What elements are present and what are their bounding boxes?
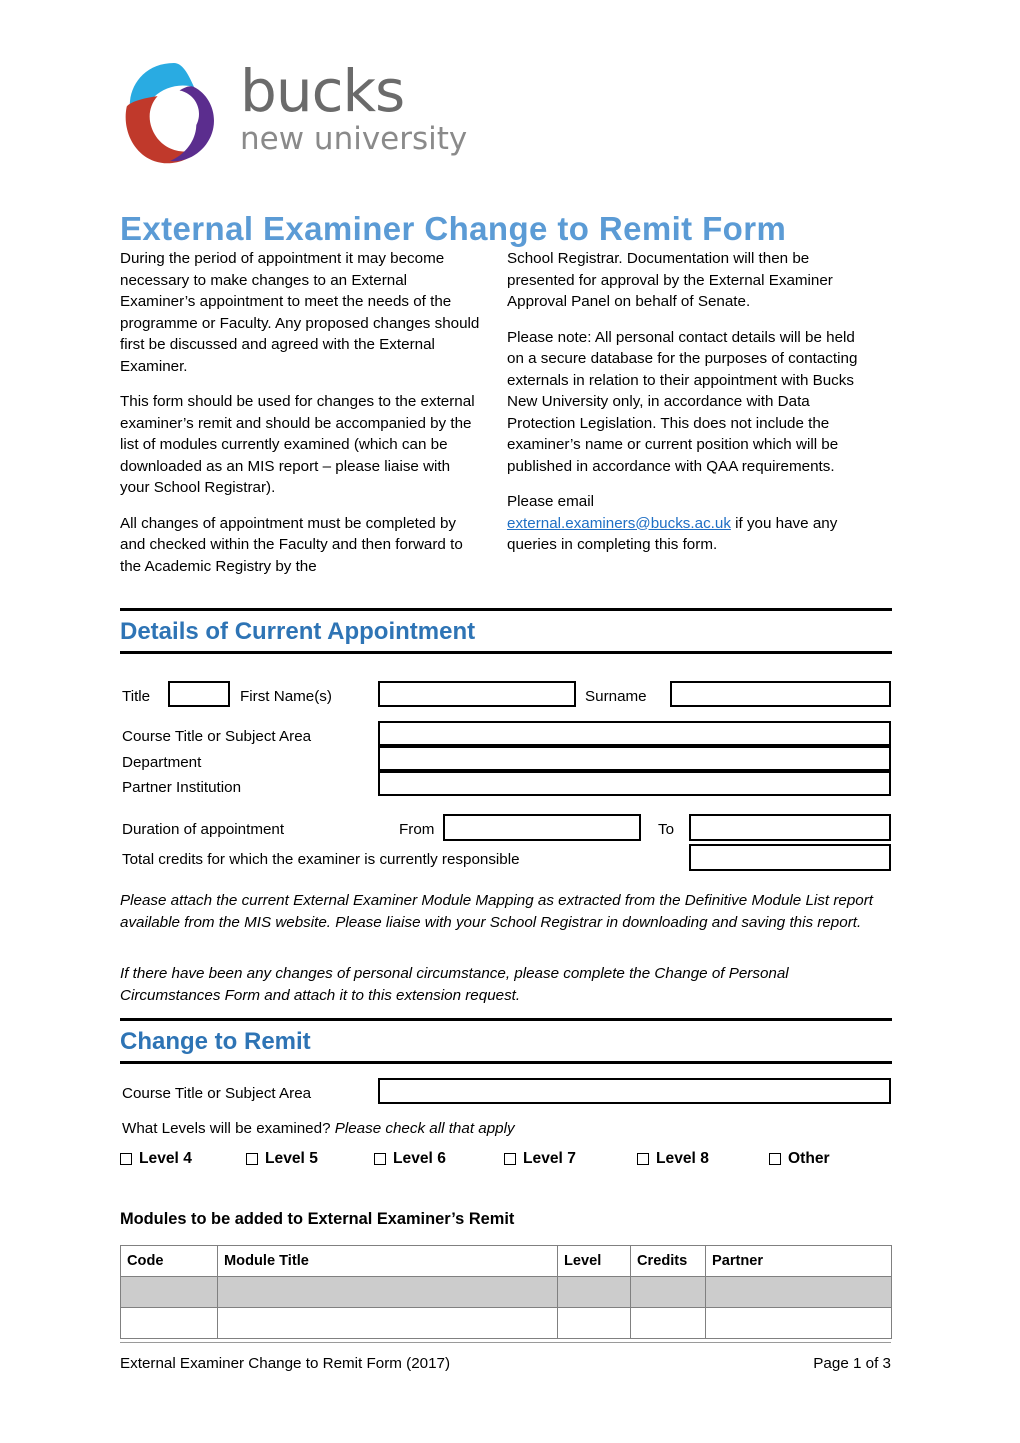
- column-header-level: Level: [557, 1245, 631, 1277]
- bucks-swirl-icon: [118, 57, 230, 169]
- footer-page-number: Page 1 of 3: [813, 1355, 891, 1372]
- label-first-name: First Name(s): [240, 688, 332, 705]
- cell-credits[interactable]: [630, 1307, 706, 1339]
- page-footer: External Examiner Change to Remit Form (…: [120, 1355, 891, 1372]
- intro-paragraph: During the period of appointment it may …: [120, 250, 480, 375]
- cell-level[interactable]: [557, 1276, 631, 1308]
- input-total-credits[interactable]: [689, 844, 891, 871]
- intro-paragraph: This form should be used for changes to …: [120, 393, 475, 496]
- checkbox-label: Other: [788, 1150, 830, 1167]
- email-lead-text: Please email: [507, 493, 594, 510]
- intro-paragraph: All changes of appointment must be compl…: [120, 514, 463, 575]
- section-header-change-to-remit: Change to Remit: [120, 1018, 892, 1064]
- label-to: To: [658, 821, 675, 838]
- modules-table: Code Module Title Level Credits Partner: [120, 1245, 892, 1339]
- modules-table-heading: Modules to be added to External Examiner…: [120, 1210, 515, 1228]
- input-surname[interactable]: [670, 681, 891, 707]
- input-course-title-current[interactable]: [378, 721, 891, 746]
- label-department: Department: [122, 754, 202, 771]
- checkbox-label: Level 6: [393, 1150, 446, 1167]
- logo-wordmark-top: bucks: [240, 57, 405, 125]
- levels-question: What Levels will be examined? Please che…: [122, 1120, 515, 1137]
- levels-question-hint: Please check all that apply: [334, 1120, 515, 1137]
- section-rule-bottom: [120, 651, 892, 654]
- cell-partner[interactable]: [705, 1276, 892, 1308]
- cell-code[interactable]: [120, 1276, 218, 1308]
- label-total-credits: Total credits for which the examiner is …: [122, 851, 520, 868]
- label-course-title-current: Course Title or Subject Area: [122, 728, 312, 745]
- column-header-credits: Credits: [630, 1245, 706, 1277]
- note-attach-module-mapping: Please attach the current External Exami…: [120, 892, 873, 931]
- footer-divider: [120, 1342, 891, 1343]
- input-partner-institution[interactable]: [378, 771, 891, 796]
- external-examiners-email-link[interactable]: external.examiners@bucks.ac.uk: [507, 515, 731, 532]
- checkbox-level-5[interactable]: Level 5: [246, 1150, 374, 1168]
- note-personal-circumstances: If there have been any changes of person…: [120, 965, 789, 1004]
- label-duration-of-appointment: Duration of appointment: [122, 821, 285, 838]
- table-header-row: Code Module Title Level Credits Partner: [120, 1245, 892, 1277]
- table-row[interactable]: [120, 1276, 892, 1308]
- checkbox-square-icon[interactable]: [246, 1153, 258, 1165]
- intro-paragraph: Please note: All personal contact detail…: [507, 328, 858, 475]
- column-header-module-title: Module Title: [217, 1245, 558, 1277]
- checkbox-square-icon[interactable]: [769, 1153, 781, 1165]
- intro-paragraph: School Registrar. Documentation will the…: [507, 250, 833, 310]
- table-row[interactable]: [120, 1307, 892, 1339]
- checkbox-level-other[interactable]: Other: [769, 1150, 830, 1168]
- section-title-current-appointment: Details of Current Appointment: [120, 618, 476, 645]
- checkbox-level-8[interactable]: Level 8: [637, 1150, 769, 1168]
- section-title-change-to-remit: Change to Remit: [120, 1028, 311, 1055]
- input-course-title-change[interactable]: [378, 1078, 891, 1104]
- form-page: bucks new university External Examiner C…: [0, 0, 1020, 1443]
- cell-module-title[interactable]: [217, 1276, 558, 1308]
- label-partner-institution: Partner Institution: [122, 779, 242, 796]
- bucks-new-university-logo: bucks new university: [118, 52, 467, 177]
- levels-question-text: What Levels will be examined?: [122, 1120, 335, 1137]
- label-from: From: [399, 821, 435, 838]
- input-duration-from[interactable]: [443, 814, 641, 841]
- label-course-title-change: Course Title or Subject Area: [122, 1085, 312, 1102]
- checkbox-square-icon[interactable]: [120, 1153, 132, 1165]
- cell-level[interactable]: [557, 1307, 631, 1339]
- input-duration-to[interactable]: [689, 814, 891, 841]
- intro-right-column: School Registrar. Documentation will the…: [507, 248, 867, 577]
- footer-document-name: External Examiner Change to Remit Form (…: [120, 1355, 451, 1372]
- checkbox-square-icon[interactable]: [374, 1153, 386, 1165]
- section-header-current-appointment: Details of Current Appointment: [120, 608, 892, 654]
- intro-email-paragraph: Please email external.examiners@bucks.ac…: [507, 491, 867, 556]
- cell-credits[interactable]: [630, 1276, 706, 1308]
- checkbox-label: Level 5: [265, 1150, 318, 1167]
- cell-code[interactable]: [120, 1307, 218, 1339]
- input-title[interactable]: [168, 681, 230, 707]
- checkbox-label: Level 7: [523, 1150, 576, 1167]
- checkbox-square-icon[interactable]: [504, 1153, 516, 1165]
- cell-module-title[interactable]: [217, 1307, 558, 1339]
- cell-partner[interactable]: [705, 1307, 892, 1339]
- logo-wordmark-bottom: new university: [240, 121, 468, 157]
- checkbox-level-7[interactable]: Level 7: [504, 1150, 637, 1168]
- checkbox-label: Level 4: [139, 1150, 192, 1167]
- page-title: External Examiner Change to Remit Form: [120, 210, 787, 247]
- intro-left-column: During the period of appointment it may …: [120, 248, 480, 577]
- logo-wordmark: bucks new university: [240, 62, 470, 156]
- input-first-name[interactable]: [378, 681, 576, 707]
- label-surname: Surname: [585, 688, 647, 705]
- column-header-partner: Partner: [705, 1245, 892, 1277]
- column-header-code: Code: [120, 1245, 218, 1277]
- label-title: Title: [122, 688, 151, 705]
- checkbox-label: Level 8: [656, 1150, 709, 1167]
- checkbox-level-6[interactable]: Level 6: [374, 1150, 504, 1168]
- levels-checkbox-group: Level 4 Level 5 Level 6 Level 7 Level 8 …: [120, 1150, 892, 1168]
- checkbox-level-4[interactable]: Level 4: [120, 1150, 246, 1168]
- checkbox-square-icon[interactable]: [637, 1153, 649, 1165]
- intro-section: During the period of appointment it may …: [120, 248, 892, 577]
- section-rule-bottom: [120, 1061, 892, 1064]
- input-department[interactable]: [378, 746, 891, 771]
